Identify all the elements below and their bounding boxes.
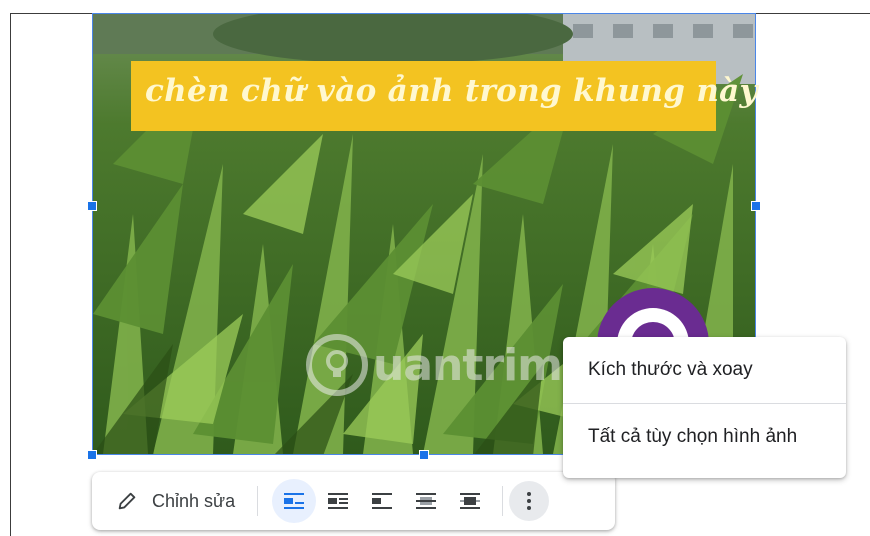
pencil-icon: [118, 492, 136, 510]
caption-text: chèn chữ vào ảnh trong khung này: [145, 73, 758, 109]
in-front-of-text-icon: [460, 493, 481, 509]
wrap-text-button[interactable]: [316, 479, 360, 523]
more-options-menu: Kích thước và xoay Tất cả tùy chọn hình …: [563, 337, 846, 478]
edit-image-button[interactable]: Chỉnh sửa: [116, 481, 235, 521]
image-options-toolbar: Chỉnh sửa: [92, 472, 615, 530]
wrap-inline-icon: [284, 493, 305, 509]
break-text-button[interactable]: [360, 479, 404, 523]
in-front-of-text-button[interactable]: [448, 479, 492, 523]
more-vert-icon: [527, 492, 532, 510]
more-options-button[interactable]: [509, 481, 550, 521]
menu-item-label: Tất cả tùy chọn hình ảnh: [588, 426, 798, 447]
toolbar-divider: [502, 486, 504, 516]
menu-item-all-image-options[interactable]: Tất cả tùy chọn hình ảnh: [563, 404, 846, 470]
edit-image-label: Chỉnh sửa: [152, 490, 236, 511]
menu-item-size-and-rotation[interactable]: Kích thước và xoay: [563, 337, 846, 403]
resize-handle-bottom-center[interactable]: [419, 450, 429, 460]
resize-handle-middle-left[interactable]: [87, 201, 97, 211]
behind-text-button[interactable]: [404, 479, 448, 523]
page-edge-left: [10, 13, 11, 536]
resize-handle-middle-right[interactable]: [751, 201, 761, 211]
wrap-inline-button[interactable]: [272, 479, 317, 523]
caption-textbox: chèn chữ vào ảnh trong khung này: [131, 61, 758, 131]
menu-item-label: Kích thước và xoay: [588, 359, 753, 380]
resize-handle-bottom-left[interactable]: [87, 450, 97, 460]
behind-text-icon: [416, 493, 437, 509]
bulb-logo-icon: [306, 334, 368, 396]
toolbar-divider: [257, 486, 259, 516]
break-text-icon: [372, 493, 393, 509]
wrap-text-icon: [328, 493, 349, 509]
